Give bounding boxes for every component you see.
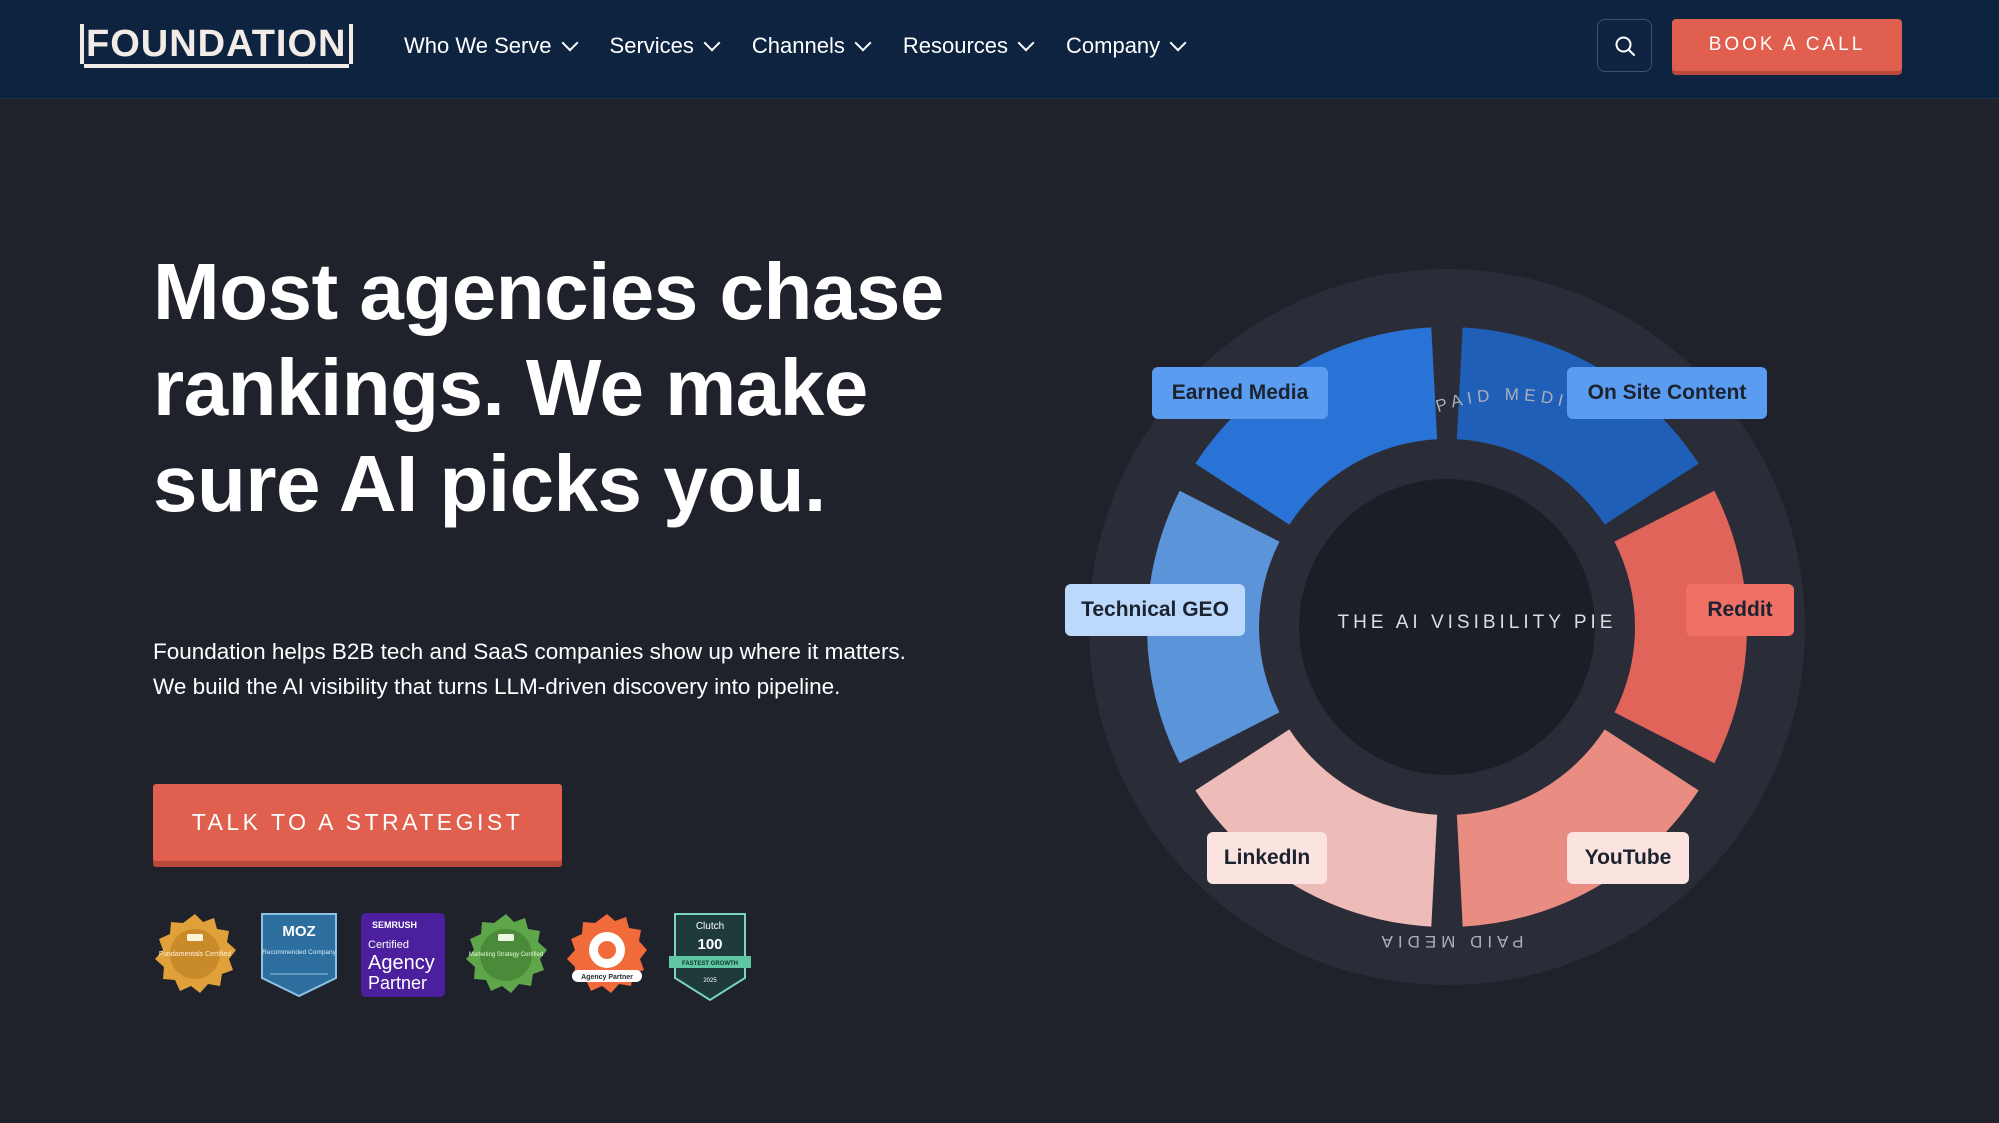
ai-visibility-pie: PAID MEDIA THE AI VISIBILITY PIE PAID ME… — [1040, 260, 1860, 1000]
linkedin-marketing-strategy-badge: Marketing Strategy Certified — [463, 912, 549, 1003]
foundation-logo[interactable]: FOUNDATION — [80, 24, 353, 68]
hero-description: Foundation helps B2B tech and SaaS compa… — [153, 634, 953, 704]
nav-channels[interactable]: Channels — [751, 28, 872, 64]
top-navigation-bar: FOUNDATION Who We Serve Services Channel… — [0, 0, 1999, 99]
semrush-badge-icon: SEMRUSH Certified Agency Partner — [361, 913, 445, 997]
badge-text: Fundamentals Certified — [159, 951, 231, 958]
chevron-down-icon — [854, 34, 872, 52]
pill-on-site-content[interactable]: On Site Content — [1567, 367, 1767, 419]
logo-text: FOUNDATION — [84, 24, 349, 68]
badge-title: Clutch — [696, 921, 724, 932]
badge-line: Certified — [368, 939, 409, 951]
pill-linkedin[interactable]: LinkedIn — [1207, 832, 1327, 884]
badge-text: Agency Partner — [581, 974, 633, 981]
nav-label: Company — [1066, 33, 1161, 58]
chevron-down-icon — [1169, 34, 1187, 52]
headline-line: Most agencies chase — [153, 247, 944, 336]
badge-number: 100 — [697, 936, 722, 953]
chevron-down-icon — [561, 34, 579, 52]
headline-line: sure AI picks you. — [153, 439, 826, 528]
nav-label: Resources — [902, 33, 1009, 58]
main-nav: Who We Serve Services Channels Resources… — [404, 28, 1187, 64]
badge-year: 2025 — [703, 978, 717, 984]
hubspot-agency-partner-badge: Agency Partner — [566, 912, 648, 1003]
clutch-badge: Clutch 100 FASTEST GROWTH 2025 — [669, 912, 751, 1007]
search-button[interactable] — [1597, 19, 1652, 72]
clutch-shield-icon: Clutch 100 FASTEST GROWTH 2025 — [669, 913, 751, 1002]
chevron-down-icon — [703, 34, 721, 52]
nav-who-we-serve[interactable]: Who We Serve — [404, 28, 579, 64]
logo-right-bar — [348, 24, 353, 64]
badge-text: Marketing Strategy Certified — [469, 952, 543, 958]
description-line: We build the AI visibility that turns LL… — [153, 674, 841, 699]
moz-badge: MOZ Recommended Company — [260, 912, 338, 1003]
pill-youtube[interactable]: YouTube — [1567, 832, 1689, 884]
semrush-badge: SEMRUSH Certified Agency Partner — [360, 912, 446, 1003]
badge-line: Partner — [368, 973, 427, 993]
linkedin-fundamentals-badge: Fundamentals Certified — [153, 912, 237, 1001]
badge-title: MOZ — [282, 923, 315, 940]
description-line: Foundation helps B2B tech and SaaS compa… — [153, 639, 906, 664]
moz-shield-icon: MOZ Recommended Company — [261, 913, 337, 998]
badge-text: FASTEST GROWTH — [682, 961, 738, 967]
headline-line: rankings. We make — [153, 343, 868, 432]
green-seal-icon: Marketing Strategy Certified — [466, 914, 547, 993]
certification-badges: Fundamentals Certified MOZ Recommended C… — [153, 912, 753, 1004]
pill-reddit[interactable]: Reddit — [1686, 584, 1794, 636]
pie-center-label: THE AI VISIBILITY PIE — [1337, 612, 1617, 633]
nav-company[interactable]: Company — [1066, 28, 1187, 64]
talk-to-strategist-button[interactable]: TALK TO A STRATEGIST — [153, 784, 562, 861]
hero-headline: Most agencies chase rankings. We make su… — [153, 244, 973, 532]
gold-seal-icon: Fundamentals Certified — [155, 914, 236, 993]
chevron-down-icon — [1017, 34, 1035, 52]
nav-services[interactable]: Services — [609, 28, 721, 64]
badge-line: Agency — [368, 952, 435, 974]
nav-label: Channels — [751, 33, 845, 58]
outer-label-bottom: PAID MEDIA — [1376, 932, 1524, 951]
nav-resources[interactable]: Resources — [902, 28, 1035, 64]
badge-title: SEMRUSH — [372, 920, 417, 930]
book-a-call-button[interactable]: BOOK A CALL — [1672, 19, 1902, 71]
nav-label: Who We Serve — [404, 33, 552, 58]
nav-label: Services — [609, 33, 694, 58]
badge-text: Recommended Company — [262, 949, 336, 956]
pill-earned-media[interactable]: Earned Media — [1152, 367, 1328, 419]
pill-technical-geo[interactable]: Technical GEO — [1065, 584, 1245, 636]
hubspot-badge-icon: Agency Partner — [567, 914, 647, 993]
search-icon — [1615, 36, 1635, 56]
